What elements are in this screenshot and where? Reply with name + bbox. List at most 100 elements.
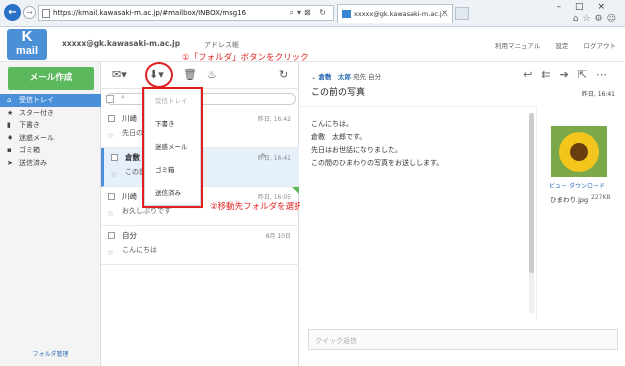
- message-from: 川崎: [122, 192, 137, 201]
- folder-admin-link[interactable]: フォルダ管理: [0, 349, 101, 358]
- sidebar-item-label: 迷惑メール: [19, 133, 54, 142]
- reading-pane: ⌄ 倉敷 太郎 宛先 自分 この前の写真 ↩⇇➔⇱⋯ 昨日, 16:41 こんに…: [300, 62, 625, 366]
- message-subject: 先日の: [122, 129, 143, 137]
- body-line: この間のひまわりの写真をお送しします。: [311, 159, 444, 167]
- inbox-icon: ⌂: [7, 96, 12, 104]
- sidebar-item-spam[interactable]: ♦ 迷惑メール: [0, 132, 101, 145]
- message-from: 川崎: [122, 114, 137, 123]
- attachment-card: ビュー ダウンロード ひまわり.jpg 227KB: [547, 126, 611, 206]
- logo-k: K: [21, 28, 33, 45]
- more-icon[interactable]: ⋯: [596, 68, 616, 81]
- message-from: 倉敷: [125, 153, 140, 162]
- tab-favicon-icon: [342, 10, 351, 18]
- message-from-line: ⌄ 倉敷 太郎 宛先 自分: [311, 71, 381, 81]
- address-tools-icon[interactable]: ⌕▾⊠ ↻: [290, 8, 329, 18]
- scrollbar-thumb[interactable]: [529, 113, 534, 273]
- search-icon: ⌕: [121, 93, 125, 101]
- reply-icon[interactable]: ↩: [523, 68, 541, 81]
- message-checkbox[interactable]: [108, 193, 115, 200]
- browser-tab[interactable]: xxxxx@gk.kawasaki-m.ac.j... ×: [337, 4, 453, 23]
- back-button[interactable]: ←: [4, 4, 21, 21]
- attachment-size: 227KB: [591, 194, 611, 201]
- star-icon[interactable]: ☆: [107, 209, 114, 218]
- collapse-chevron-icon[interactable]: ⌄: [311, 73, 319, 81]
- kmail-logo: K mail: [7, 29, 47, 60]
- message-date: 8月 10日: [265, 233, 291, 240]
- list-item[interactable]: ☆ 自分 こんにちは 8月 10日: [101, 226, 299, 265]
- sidebar-item-drafts[interactable]: ▮ 下書き: [0, 119, 101, 132]
- address-bar[interactable]: https://kmail.kawasaki-m.ac.jp/#mailbox/…: [38, 5, 334, 21]
- sidebar: メール作成 ⌂ 受信トレイ ★ スター付き ▮ 下書き ♦ 迷惑メール ▪ ゴミ箱 ➤ 送信…: [0, 62, 101, 366]
- annotation-rect: [142, 87, 203, 208]
- message-body: こんにちは。 倉敷 太郎です。 先日はお世話になりました。 この間のひまわりの写…: [300, 106, 537, 320]
- app-header: K mail xxxxx@gk.kawasaki-m.ac.jp アドレス帳 利…: [0, 27, 625, 63]
- message-subject: こんにちは: [122, 246, 157, 254]
- star-icon[interactable]: ☆: [107, 131, 114, 140]
- addressbook-link[interactable]: アドレス帳: [204, 40, 239, 50]
- to-label: 宛先: [353, 73, 367, 81]
- trash-icon[interactable]: 🗑: [183, 68, 197, 81]
- star-icon: ★: [7, 108, 14, 117]
- sidebar-item-label: 送信済み: [19, 158, 47, 167]
- message-checkbox[interactable]: [111, 154, 118, 161]
- header-links: 利用マニュアル 設定 ログアウト: [482, 40, 616, 50]
- sender-name[interactable]: 倉敷 太郎: [319, 73, 352, 81]
- select-all-checkbox[interactable]: [106, 95, 114, 103]
- window-controls[interactable]: –□×: [556, 2, 619, 12]
- body-line: こんにちは。: [311, 120, 353, 128]
- annotation-step2: ②移動先フォルダを選択: [210, 202, 303, 212]
- sidebar-item-label: スター付き: [19, 108, 54, 117]
- logo-mail: mail: [15, 45, 38, 57]
- sidebar-item-sent[interactable]: ➤ 送信済み: [0, 157, 101, 170]
- message-subject-title: この前の写真: [311, 88, 366, 98]
- browser-chrome: ← → https://kmail.kawasaki-m.ac.jp/#mail…: [0, 0, 625, 27]
- message-date: 昨日, 16:42: [257, 116, 291, 123]
- sunflower-thumbnail[interactable]: [551, 126, 607, 177]
- recipient-name: 自分: [368, 73, 382, 81]
- page-icon: [42, 9, 50, 18]
- sunflower-center: [570, 143, 588, 161]
- refresh-icon[interactable]: ↻: [279, 68, 288, 81]
- spam-flame-icon[interactable]: ♨: [207, 68, 217, 81]
- settings-link[interactable]: 設定: [555, 42, 568, 50]
- account-address: xxxxx@gk.kawasaki-m.ac.jp: [62, 39, 181, 48]
- tab-close-icon[interactable]: ×: [441, 8, 448, 17]
- body-line: 倉敷 太郎です。: [311, 133, 367, 141]
- message-actions: ↩⇇➔⇱⋯: [523, 68, 616, 81]
- message-date: 昨日, 16:41: [257, 155, 291, 162]
- new-tab-button[interactable]: [455, 7, 469, 20]
- body-scrollbar[interactable]: [529, 113, 534, 313]
- folder-list: ⌂ 受信トレイ ★ スター付き ▮ 下書き ♦ 迷惑メール ▪ ゴミ箱 ➤ 送信済み: [0, 94, 101, 169]
- sent-icon: ➤: [7, 158, 13, 167]
- popout-icon[interactable]: ⇱: [578, 68, 596, 81]
- view-link[interactable]: ビュー: [549, 183, 567, 190]
- sidebar-item-label: ゴミ箱: [19, 146, 40, 154]
- trash-icon: ▪: [7, 146, 12, 154]
- star-icon[interactable]: ☆: [107, 248, 114, 257]
- sidebar-item-label: 受信トレイ: [19, 96, 54, 104]
- attachment-name: ひまわり.jpg: [550, 196, 589, 204]
- star-icon[interactable]: ☆: [110, 170, 117, 179]
- mark-read-icon[interactable]: ✉▾: [112, 68, 127, 81]
- sidebar-item-trash[interactable]: ▪ ゴミ箱: [0, 144, 101, 157]
- quick-reply-placeholder: クイック返信: [315, 337, 357, 345]
- compose-button[interactable]: メール作成: [8, 67, 94, 90]
- sidebar-item-inbox[interactable]: ⌂ 受信トレイ: [0, 94, 101, 107]
- new-flag-icon: [292, 187, 299, 194]
- sidebar-item-starred[interactable]: ★ スター付き: [0, 107, 101, 120]
- browser-tools-icons[interactable]: ⌂☆⚙☺: [573, 14, 620, 24]
- download-link[interactable]: ダウンロード: [569, 183, 605, 190]
- logout-link[interactable]: ログアウト: [584, 42, 617, 50]
- quick-reply-input[interactable]: クイック返信: [308, 329, 618, 350]
- url-text: https://kmail.kawasaki-m.ac.jp/#mailbox/…: [53, 9, 247, 17]
- manual-link[interactable]: 利用マニュアル: [495, 42, 540, 50]
- draft-icon: ▮: [7, 121, 11, 129]
- message-checkbox[interactable]: [108, 115, 115, 122]
- reply-all-icon[interactable]: ⇇: [541, 68, 559, 81]
- message-from: 自分: [122, 231, 137, 240]
- message-checkbox[interactable]: [108, 232, 115, 239]
- forward-icon[interactable]: ➔: [560, 68, 578, 81]
- sidebar-item-label: 下書き: [19, 121, 40, 129]
- list-toolbar: ✉▾ ⬇▾ 🗑 ♨ ↻: [101, 62, 299, 89]
- forward-button[interactable]: →: [23, 6, 36, 19]
